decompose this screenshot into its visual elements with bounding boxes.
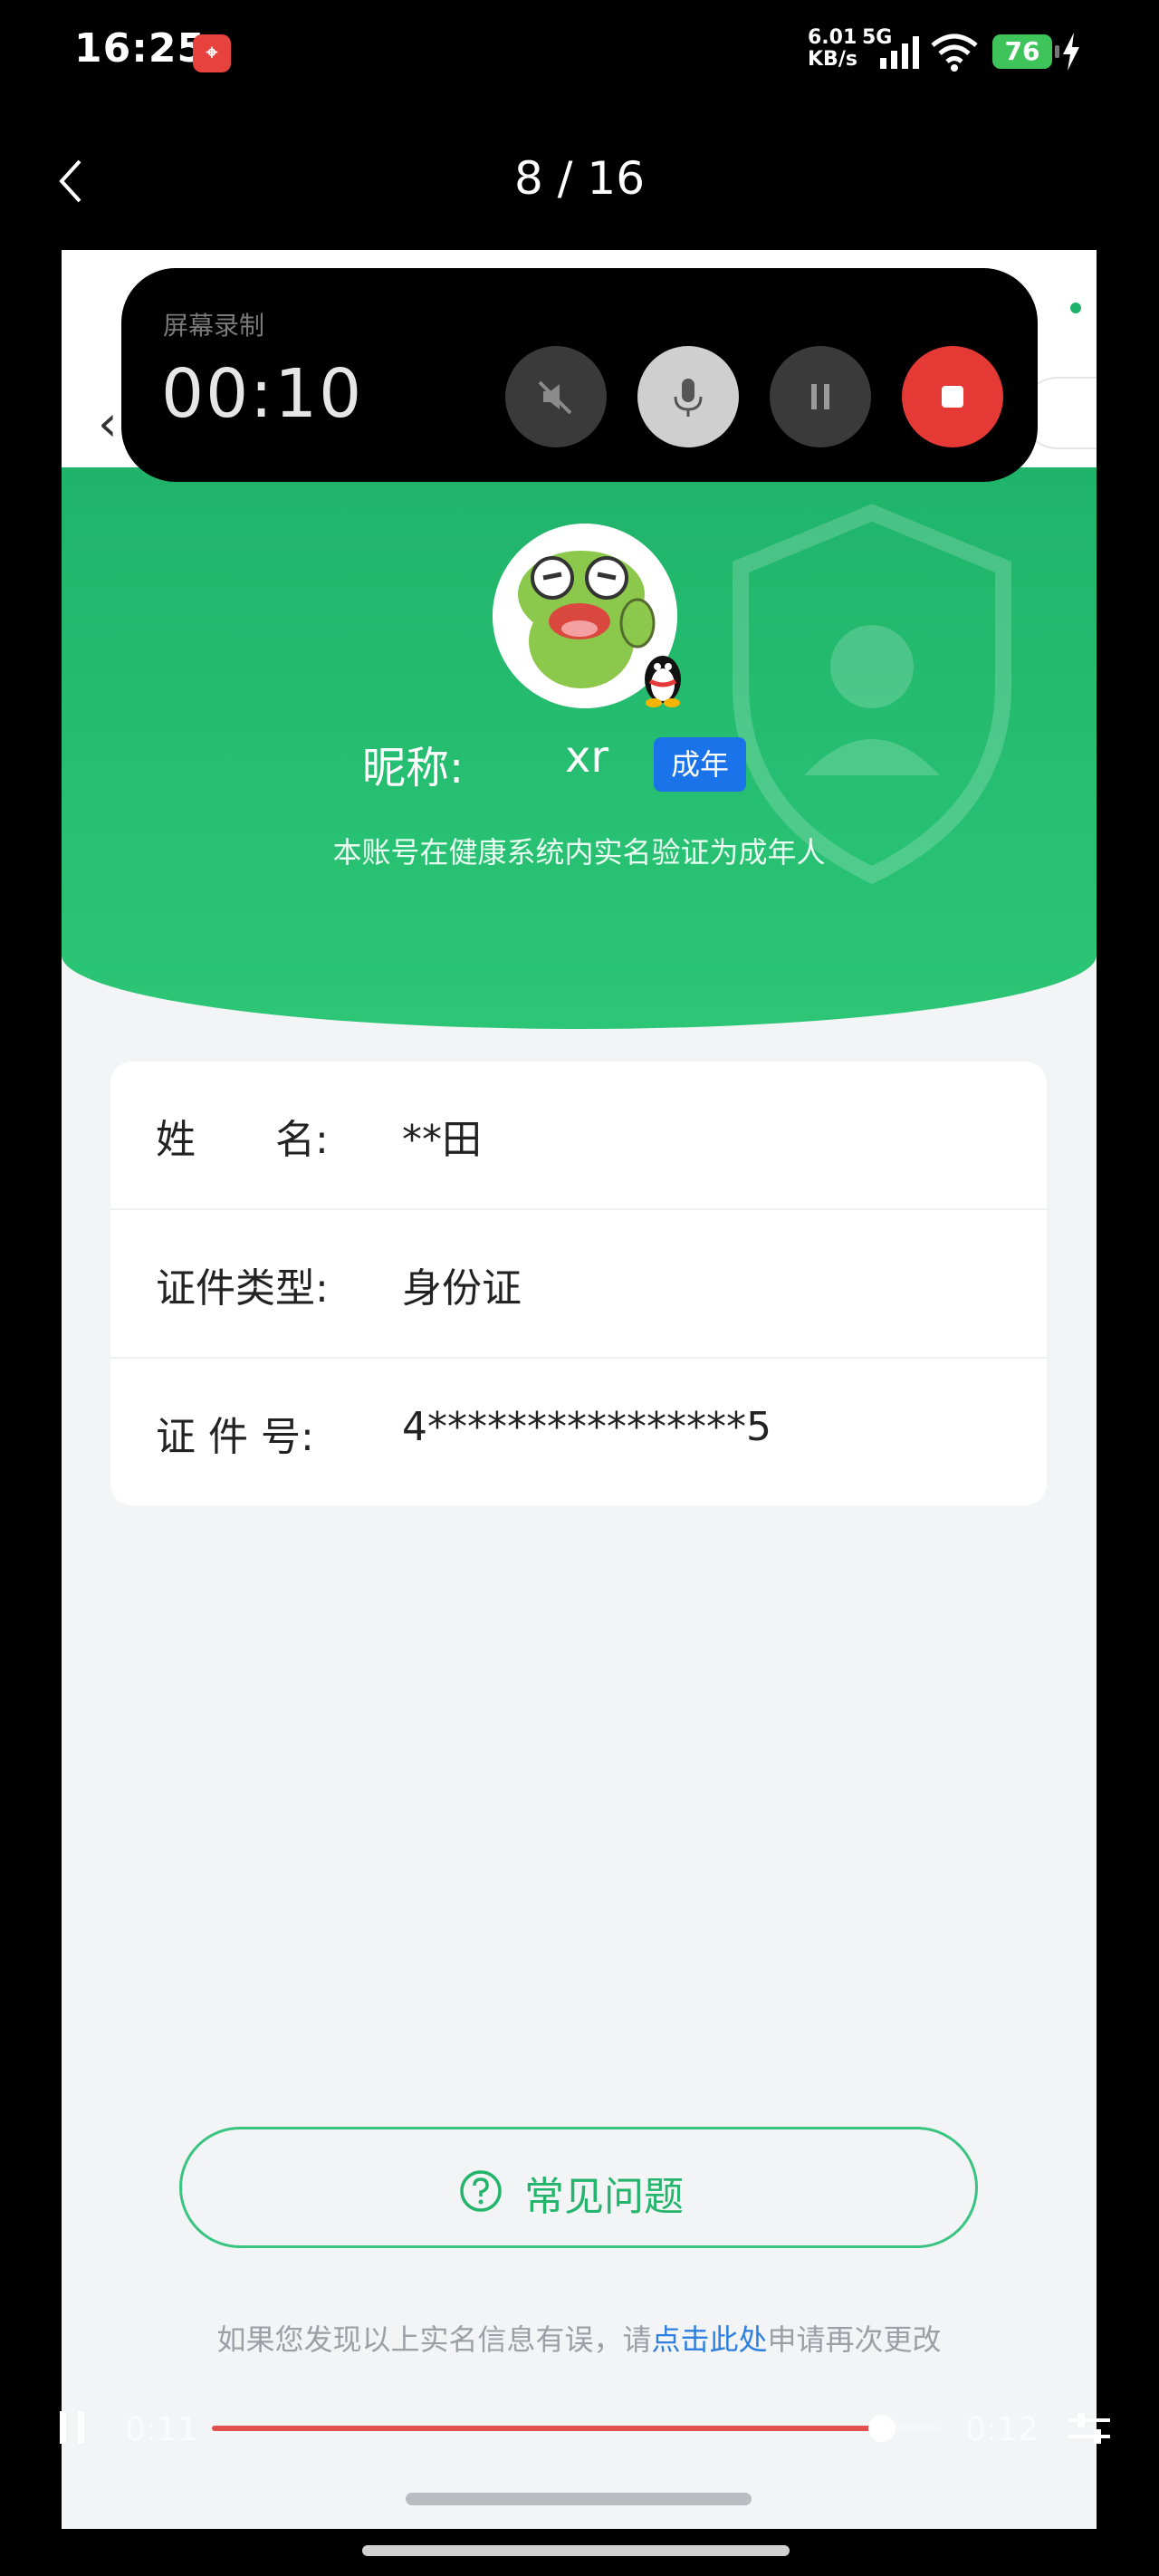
- net-speed-value: 6.01: [808, 26, 857, 49]
- info-value: 4****************5: [402, 1404, 771, 1450]
- charging-icon: [1063, 33, 1079, 71]
- faq-button[interactable]: 常见问题: [179, 2127, 978, 2248]
- recorder-label: 屏幕录制: [163, 311, 265, 341]
- progress-fill: [212, 2426, 882, 2431]
- pause-icon: [811, 384, 829, 409]
- status-bar: 16:25 ⌖ 6.01 KB/s 5G 76: [0, 0, 1159, 109]
- location-app-icon: ⌖: [193, 34, 231, 72]
- battery-icon: 76: [992, 34, 1059, 69]
- signal-icon: [880, 36, 919, 69]
- pause-recording-button[interactable]: [770, 346, 871, 447]
- info-label: 证件类型:: [156, 1265, 329, 1312]
- current-time: 0:11: [125, 2411, 198, 2448]
- sliders-icon[interactable]: [1065, 2404, 1114, 2453]
- identity-info-card: 姓 名: **田 证件类型: 身份证 证 件 号: 4*************…: [110, 1062, 1047, 1505]
- info-row-name: 姓 名: **田: [110, 1062, 1047, 1210]
- change-request-link[interactable]: 点击此处: [651, 2322, 767, 2357]
- mic-button[interactable]: [637, 346, 739, 447]
- total-time: 0:12: [965, 2411, 1039, 2448]
- progress-thumb[interactable]: [867, 2415, 896, 2442]
- adult-badge: 成年: [654, 737, 746, 792]
- footer-note-text: 如果您发现以上实名信息有误，请: [216, 2322, 652, 2357]
- profile-header: 昵称: xr 成年 本账号在健康系统内实名验证为成年人: [62, 467, 1097, 1029]
- info-label: 姓 名:: [156, 1117, 329, 1163]
- stop-icon: [942, 386, 963, 408]
- verification-note: 本账号在健康系统内实名验证为成年人: [332, 835, 826, 870]
- screen-recorder-overlay: 屏幕录制 00:10: [121, 268, 1038, 482]
- pause-icon[interactable]: [54, 2408, 91, 2447]
- info-row-id-number: 证 件 号: 4****************5: [110, 1359, 1047, 1507]
- inner-home-indicator: [406, 2493, 752, 2505]
- info-value: 身份证: [402, 1265, 522, 1312]
- home-indicator: [362, 2545, 790, 2556]
- faq-label: 常见问题: [524, 2174, 684, 2220]
- mute-button[interactable]: [505, 346, 607, 447]
- nickname-label: 昵称:: [362, 743, 465, 793]
- footer-note: 如果您发现以上实名信息有误，请点击此处申请再次更改: [62, 2317, 1097, 2359]
- footer-note-text-end: 申请再次更改: [767, 2322, 942, 2357]
- viewer-header: 8 / 16: [0, 136, 1159, 226]
- info-value: **田: [402, 1117, 482, 1163]
- wifi-icon: [931, 34, 978, 72]
- nickname-value: xr: [565, 732, 609, 783]
- microphone-icon: [674, 379, 703, 417]
- green-dot-indicator: [1070, 303, 1081, 313]
- video-player-bar: 0:11 0:12: [0, 2391, 1159, 2464]
- stop-recording-button[interactable]: [902, 346, 1003, 447]
- shield-icon: [733, 504, 1011, 884]
- network-speed: 6.01 KB/s 5G: [808, 26, 892, 71]
- question-circle-icon: [460, 2170, 502, 2212]
- speaker-mute-icon: [538, 380, 572, 415]
- inner-back-icon[interactable]: ‹: [98, 395, 118, 452]
- page-counter: 8 / 16: [513, 152, 646, 205]
- status-time: 16:25: [74, 25, 206, 72]
- recorder-time: 00:10: [161, 355, 364, 433]
- net-speed-unit: KB/s: [808, 48, 857, 71]
- info-row-id-type: 证件类型: 身份证: [110, 1210, 1047, 1359]
- progress-slider[interactable]: [212, 2415, 940, 2442]
- qq-icon: [645, 656, 681, 707]
- info-label: 证 件 号:: [156, 1414, 314, 1460]
- screenshot-content: ‹ 昵称: xr 成年 本账号在健康系统内实名验证为成年人 姓 名: **田 证…: [62, 250, 1097, 2529]
